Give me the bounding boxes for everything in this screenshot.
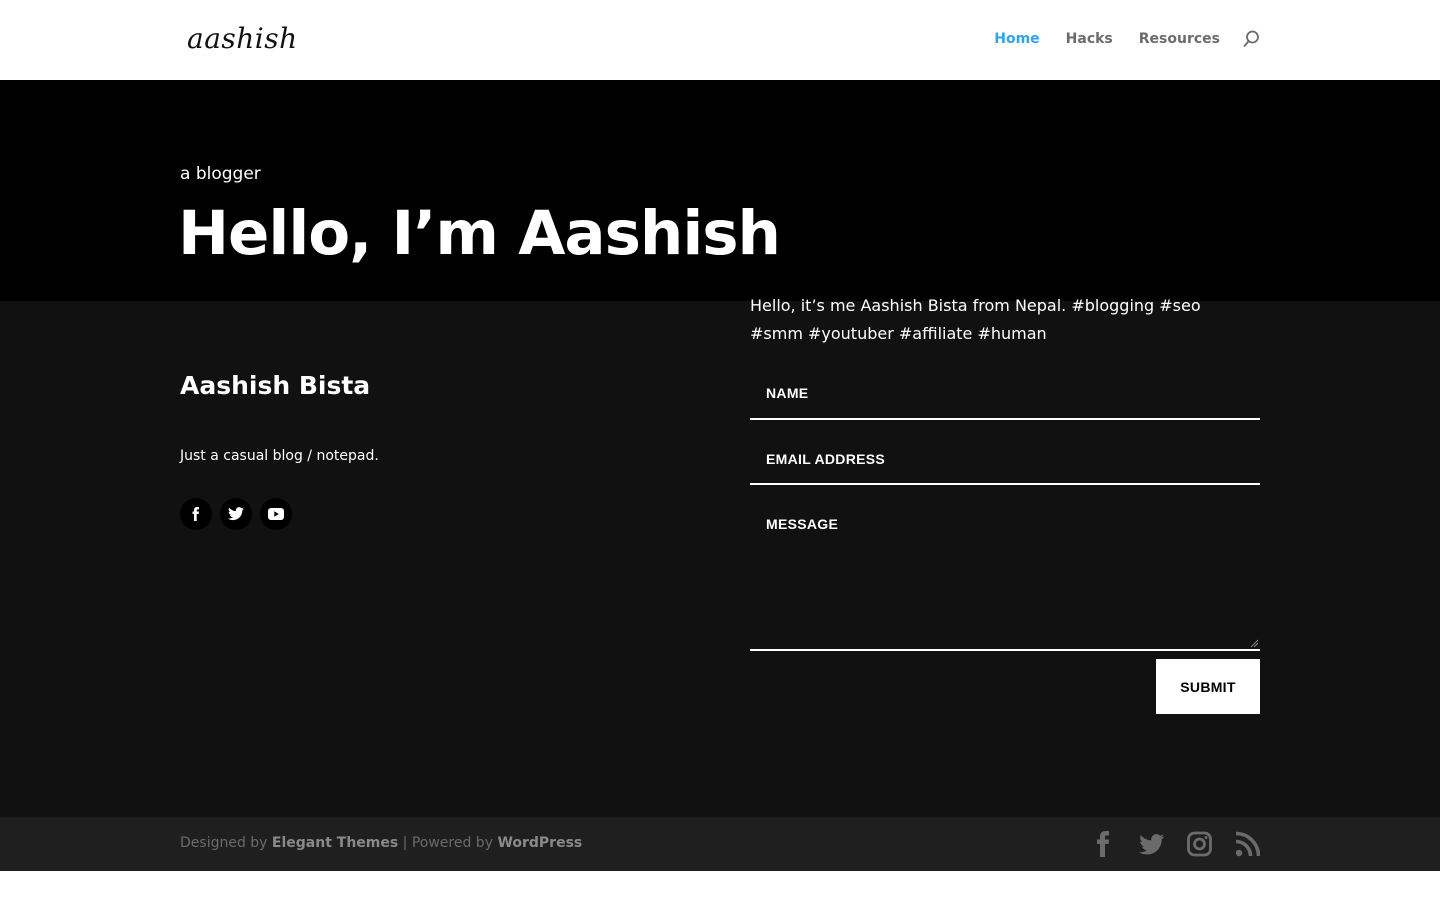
twitter-icon[interactable] xyxy=(1139,831,1164,857)
site-logo[interactable]: aashish xyxy=(187,22,298,55)
main-nav: Home Hacks Resources xyxy=(968,30,1260,48)
social-links xyxy=(180,498,300,530)
author-name: Aashish Bista xyxy=(180,371,371,400)
facebook-icon[interactable] xyxy=(1091,831,1116,857)
rss-icon[interactable] xyxy=(1235,831,1260,857)
hero-kicker: a blogger xyxy=(180,164,261,184)
designed-by-text: Designed by xyxy=(180,835,268,851)
name-field-placeholder: NAME xyxy=(766,385,809,401)
nav-item-home[interactable]: Home xyxy=(994,31,1039,47)
facebook-icon[interactable] xyxy=(180,498,212,530)
elegant-themes-link[interactable]: Elegant Themes xyxy=(272,835,398,851)
resize-handle-icon[interactable] xyxy=(1250,639,1258,647)
wordpress-link[interactable]: WordPress xyxy=(497,835,582,851)
email-field[interactable]: EMAIL ADDRESS xyxy=(750,423,1260,485)
hero-section: a blogger Hello, I’m Aashish xyxy=(0,80,1440,301)
footer-social-links xyxy=(1068,831,1260,857)
name-field[interactable]: NAME xyxy=(750,358,1260,420)
site-header: aashish Home Hacks Resources xyxy=(0,0,1440,80)
contact-intro: Hello, it’s me Aashish Bista from Nepal.… xyxy=(750,296,1201,343)
message-field[interactable]: MESSAGE xyxy=(750,488,1260,651)
hero-title: Hello, I’m Aashish xyxy=(178,198,781,269)
about-contact-section: Aashish Bista Just a casual blog / notep… xyxy=(0,296,1440,817)
nav-item-hacks[interactable]: Hacks xyxy=(1066,31,1113,47)
youtube-icon[interactable] xyxy=(260,498,292,530)
powered-by-text: | Powered by xyxy=(402,835,493,851)
site-footer: Designed by Elegant Themes | Powered by … xyxy=(0,817,1440,871)
twitter-icon[interactable] xyxy=(220,498,252,530)
footer-credits: Designed by Elegant Themes | Powered by … xyxy=(180,835,582,851)
nav-item-resources[interactable]: Resources xyxy=(1139,31,1220,47)
search-icon[interactable] xyxy=(1242,30,1260,48)
message-field-placeholder: MESSAGE xyxy=(766,516,839,532)
instagram-icon[interactable] xyxy=(1187,831,1212,857)
author-tagline: Just a casual blog / notepad. xyxy=(180,448,379,464)
submit-button[interactable]: SUBMIT xyxy=(1156,659,1260,714)
email-field-placeholder: EMAIL ADDRESS xyxy=(766,451,886,467)
page-bottom xyxy=(0,871,1440,900)
